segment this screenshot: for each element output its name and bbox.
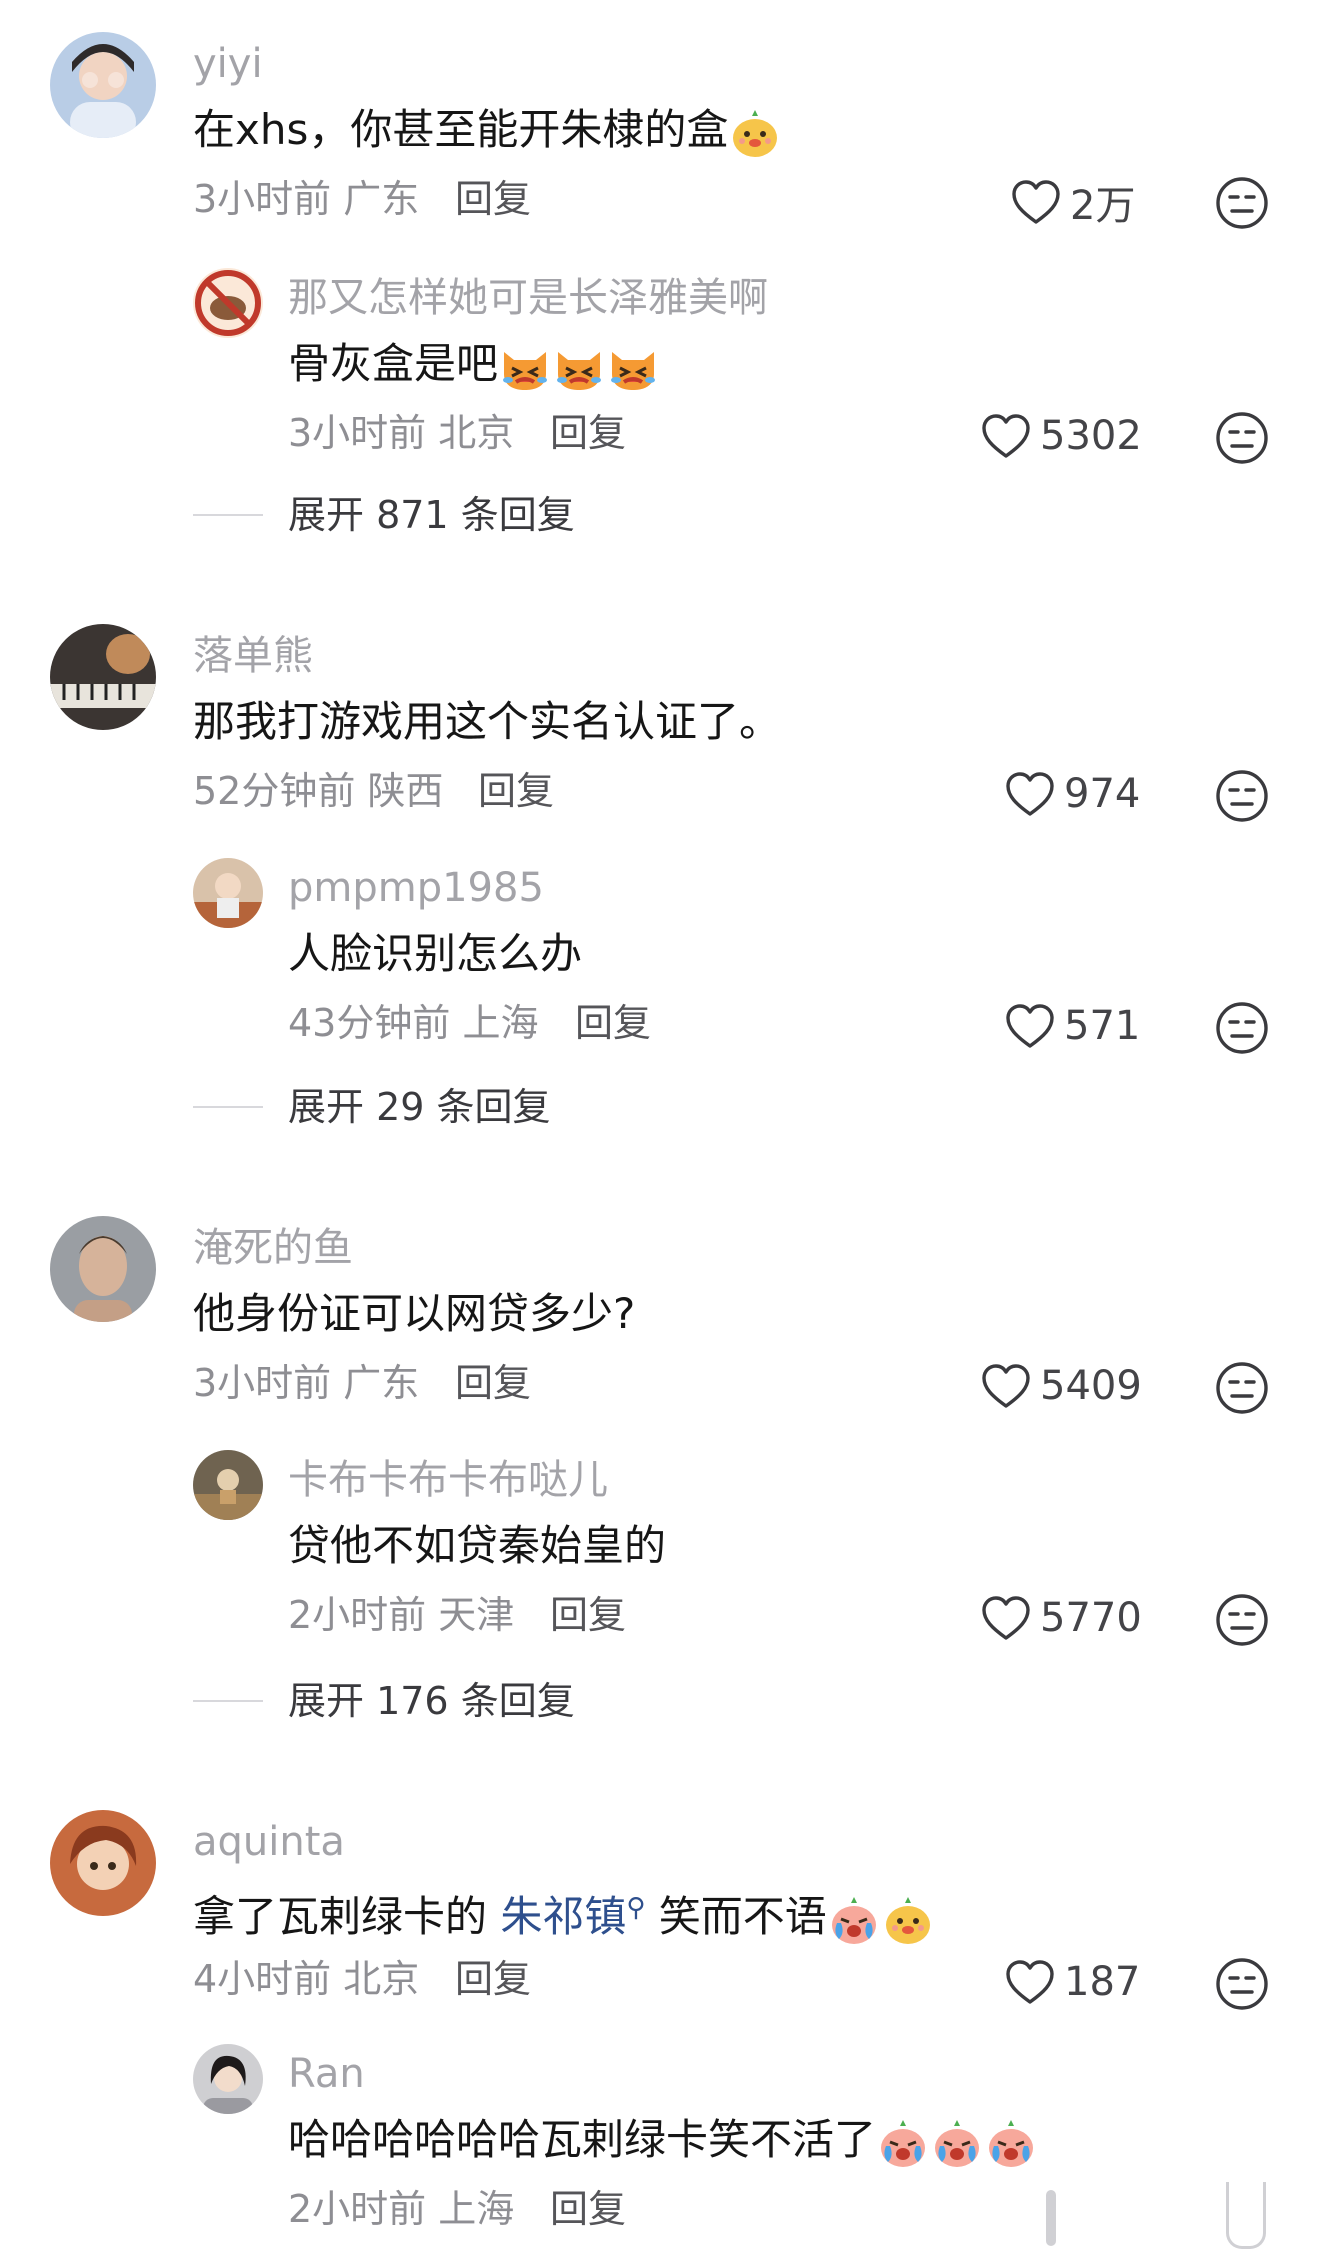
neutral-face-icon <box>1214 1592 1270 1648</box>
reply-button[interactable]: 回复 <box>550 1592 626 1638</box>
dog-emoji-icon <box>881 1893 935 1947</box>
reply-username[interactable]: Ran <box>288 2050 365 2098</box>
dislike-button[interactable] <box>1214 175 1270 231</box>
dislike-button[interactable] <box>1214 1956 1270 2012</box>
neutral-face-icon <box>1214 1956 1270 2012</box>
comment-meta: 4小时前 北京 <box>193 1957 420 2001</box>
reply-meta: 43分钟前 上海 <box>288 1001 539 1045</box>
comment-meta: 3小时前 广东 <box>193 177 420 221</box>
comment-text: 拿了瓦剌绿卡的 朱祁镇⚲ 笑而不语 <box>193 1882 935 1947</box>
avatar[interactable] <box>193 1450 263 1520</box>
reply-button[interactable]: 回复 <box>478 768 554 814</box>
heart-icon <box>1004 1958 1056 2006</box>
divider <box>193 1700 263 1702</box>
reply-button[interactable]: 回复 <box>575 1000 651 1046</box>
like-button[interactable]: 974 <box>1004 764 1140 824</box>
like-button[interactable]: 571 <box>1004 996 1140 1056</box>
divider <box>193 1106 263 1108</box>
neutral-face-icon <box>1214 175 1270 231</box>
avatar[interactable] <box>193 858 263 928</box>
like-count: 5302 <box>1040 413 1142 459</box>
comment-meta: 3小时前 广东 <box>193 1361 420 1405</box>
dislike-button[interactable] <box>1214 410 1270 466</box>
like-button[interactable]: 5409 <box>980 1356 1142 1416</box>
heart-icon <box>980 1594 1032 1642</box>
reply-text: 骨灰盒是吧 <box>288 338 660 394</box>
avatar[interactable] <box>50 624 156 730</box>
like-count: 2万 <box>1070 183 1136 229</box>
reply-username[interactable]: 那又怎样她可是长泽雅美啊 <box>288 274 768 322</box>
comment-meta: 52分钟前 陕西 <box>193 769 444 813</box>
divider <box>193 514 263 516</box>
cat-emoji-icon <box>498 340 552 394</box>
reply-button[interactable]: 回复 <box>550 410 626 456</box>
heart-icon <box>1004 770 1056 818</box>
heart-icon <box>1010 178 1062 226</box>
comment-username[interactable]: 淹死的鱼 <box>193 1224 353 1272</box>
reply-text: 贷他不如贷秦始皇的 <box>288 1521 667 1570</box>
search-link[interactable]: 朱祁镇 <box>500 1892 626 1941</box>
expand-replies-button[interactable]: 展开 176 条回复 <box>288 1678 575 1724</box>
comment-text: 在xhs，你甚至能开朱棣的盒 <box>193 104 782 160</box>
expand-replies-button[interactable]: 展开 29 条回复 <box>288 1084 551 1130</box>
like-button[interactable]: 5770 <box>980 1588 1142 1648</box>
avatar[interactable] <box>50 1810 156 1916</box>
like-count: 571 <box>1064 1003 1141 1049</box>
reply-username[interactable]: 卡布卡布卡布哒儿 <box>288 1456 608 1504</box>
like-count: 187 <box>1064 1959 1141 2005</box>
crying-emoji-icon <box>984 2116 1038 2170</box>
comment-username[interactable]: yiyi <box>193 40 263 88</box>
reply-button[interactable]: 回复 <box>455 176 531 222</box>
like-count: 974 <box>1064 771 1141 817</box>
cat-emoji-icon <box>606 340 660 394</box>
comment-text: 他身份证可以网贷多少? <box>193 1289 636 1338</box>
neutral-face-icon <box>1214 1000 1270 1056</box>
like-count: 5409 <box>1040 1363 1142 1409</box>
reply-meta: 3小时前 北京 <box>288 411 515 455</box>
dislike-button[interactable] <box>1214 1592 1270 1648</box>
reply-button[interactable]: 回复 <box>455 1360 531 1406</box>
avatar[interactable] <box>193 2044 263 2114</box>
reply-text: 人脸识别怎么办 <box>288 929 583 978</box>
neutral-face-icon <box>1214 410 1270 466</box>
avatar[interactable] <box>193 268 263 338</box>
avatar[interactable] <box>50 32 156 138</box>
scroll-handle[interactable] <box>1226 2182 1266 2249</box>
reply-button[interactable]: 回复 <box>455 1956 531 2002</box>
reply-button[interactable]: 回复 <box>550 2186 626 2232</box>
reply-text: 哈哈哈哈哈哈瓦剌绿卡笑不活了 <box>288 2114 1038 2170</box>
expand-replies-button[interactable]: 展开 871 条回复 <box>288 492 575 538</box>
dislike-button[interactable] <box>1214 768 1270 824</box>
search-icon[interactable]: ⚲ <box>626 1893 645 1923</box>
heart-icon <box>980 412 1032 460</box>
comment-username[interactable]: aquinta <box>193 1818 345 1866</box>
like-count: 5770 <box>1040 1595 1142 1641</box>
dog-emoji-icon <box>728 106 782 160</box>
dislike-button[interactable] <box>1214 1000 1270 1056</box>
crying-emoji-icon <box>876 2116 930 2170</box>
cat-emoji-icon <box>552 340 606 394</box>
like-button[interactable]: 187 <box>1004 1952 1140 2012</box>
comment-text: 那我打游戏用这个实名认证了。 <box>193 697 782 746</box>
heart-icon <box>980 1362 1032 1410</box>
avatar[interactable] <box>50 1216 156 1322</box>
like-button[interactable]: 5302 <box>980 406 1142 466</box>
reply-meta: 2小时前 上海 <box>288 2187 515 2231</box>
neutral-face-icon <box>1214 1360 1270 1416</box>
neutral-face-icon <box>1214 768 1270 824</box>
heart-icon <box>1004 1002 1056 1050</box>
comment-username[interactable]: 落单熊 <box>193 632 313 680</box>
dislike-button[interactable] <box>1214 1360 1270 1416</box>
like-button[interactable]: 2万 <box>1010 172 1135 232</box>
scrollbar[interactable] <box>1046 2190 1056 2246</box>
crying-emoji-icon <box>827 1893 881 1947</box>
crying-emoji-icon <box>930 2116 984 2170</box>
reply-username[interactable]: pmpmp1985 <box>288 864 544 912</box>
reply-meta: 2小时前 天津 <box>288 1593 515 1637</box>
